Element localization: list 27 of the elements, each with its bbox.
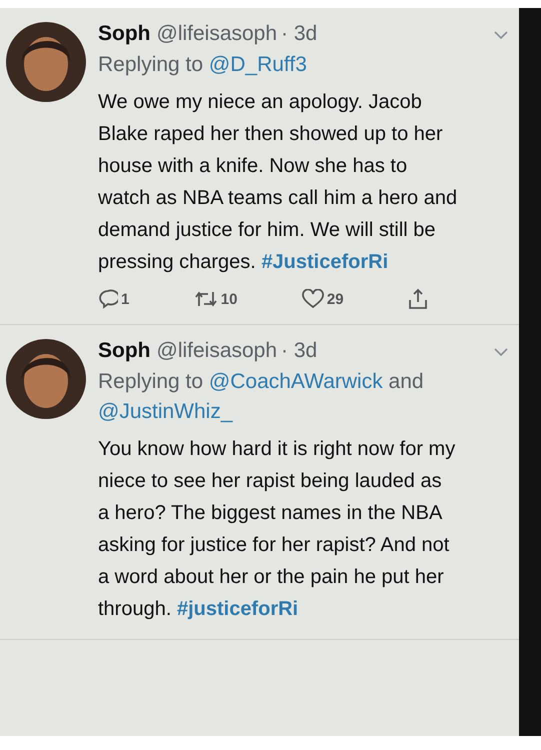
reply-icon xyxy=(98,289,118,309)
chevron-down-icon[interactable] xyxy=(493,347,509,357)
reply-button[interactable]: 1 xyxy=(98,288,130,310)
retweet-icon xyxy=(194,289,218,309)
user-handle[interactable]: @lifeisasoph xyxy=(156,339,278,363)
display-name[interactable]: Soph xyxy=(98,22,150,46)
share-icon xyxy=(408,288,428,310)
mention-link[interactable]: @JustinWhiz_ xyxy=(98,400,233,423)
timestamp: · 3d xyxy=(281,22,318,46)
chevron-down-icon[interactable] xyxy=(493,30,509,40)
mention-link[interactable]: @D_Ruff3 xyxy=(208,53,307,76)
reply-context: Replying to @CoachAWarwick and @JustinWhiz_ xyxy=(98,369,425,425)
heart-icon xyxy=(302,289,324,309)
tweet-text: You know how hard it is right now for my niece to see her rapist being lauded as a hero? The biggest names in the NBA asking for justice for her rapist? And not a word about her or the pain he put her through. #justiceforRi xyxy=(98,437,456,622)
timestamp: · 3d xyxy=(281,339,318,363)
reply-context: Replying to @D_Ruff3 xyxy=(98,52,308,78)
like-button[interactable]: 29 xyxy=(302,288,344,310)
mention-link[interactable]: @CoachAWarwick xyxy=(208,370,383,393)
hashtag-link[interactable]: #JusticeforRi xyxy=(261,251,388,273)
share-button[interactable] xyxy=(408,288,428,310)
avatar[interactable] xyxy=(6,22,86,102)
retweet-button[interactable]: 10 xyxy=(194,288,238,310)
avatar[interactable] xyxy=(6,339,86,419)
tweet-text: We owe my niece an apology. Jacob Blake raped her then showed up to her house with a knife. Now she has to watch as NBA teams call him a hero and demand justice for him. We will still be pressing charges. #JusticeforRi xyxy=(98,90,458,275)
user-handle[interactable]: @lifeisasoph xyxy=(156,22,278,46)
hashtag-link[interactable]: #justiceforRi xyxy=(176,598,298,620)
display-name[interactable]: Soph xyxy=(98,339,150,363)
